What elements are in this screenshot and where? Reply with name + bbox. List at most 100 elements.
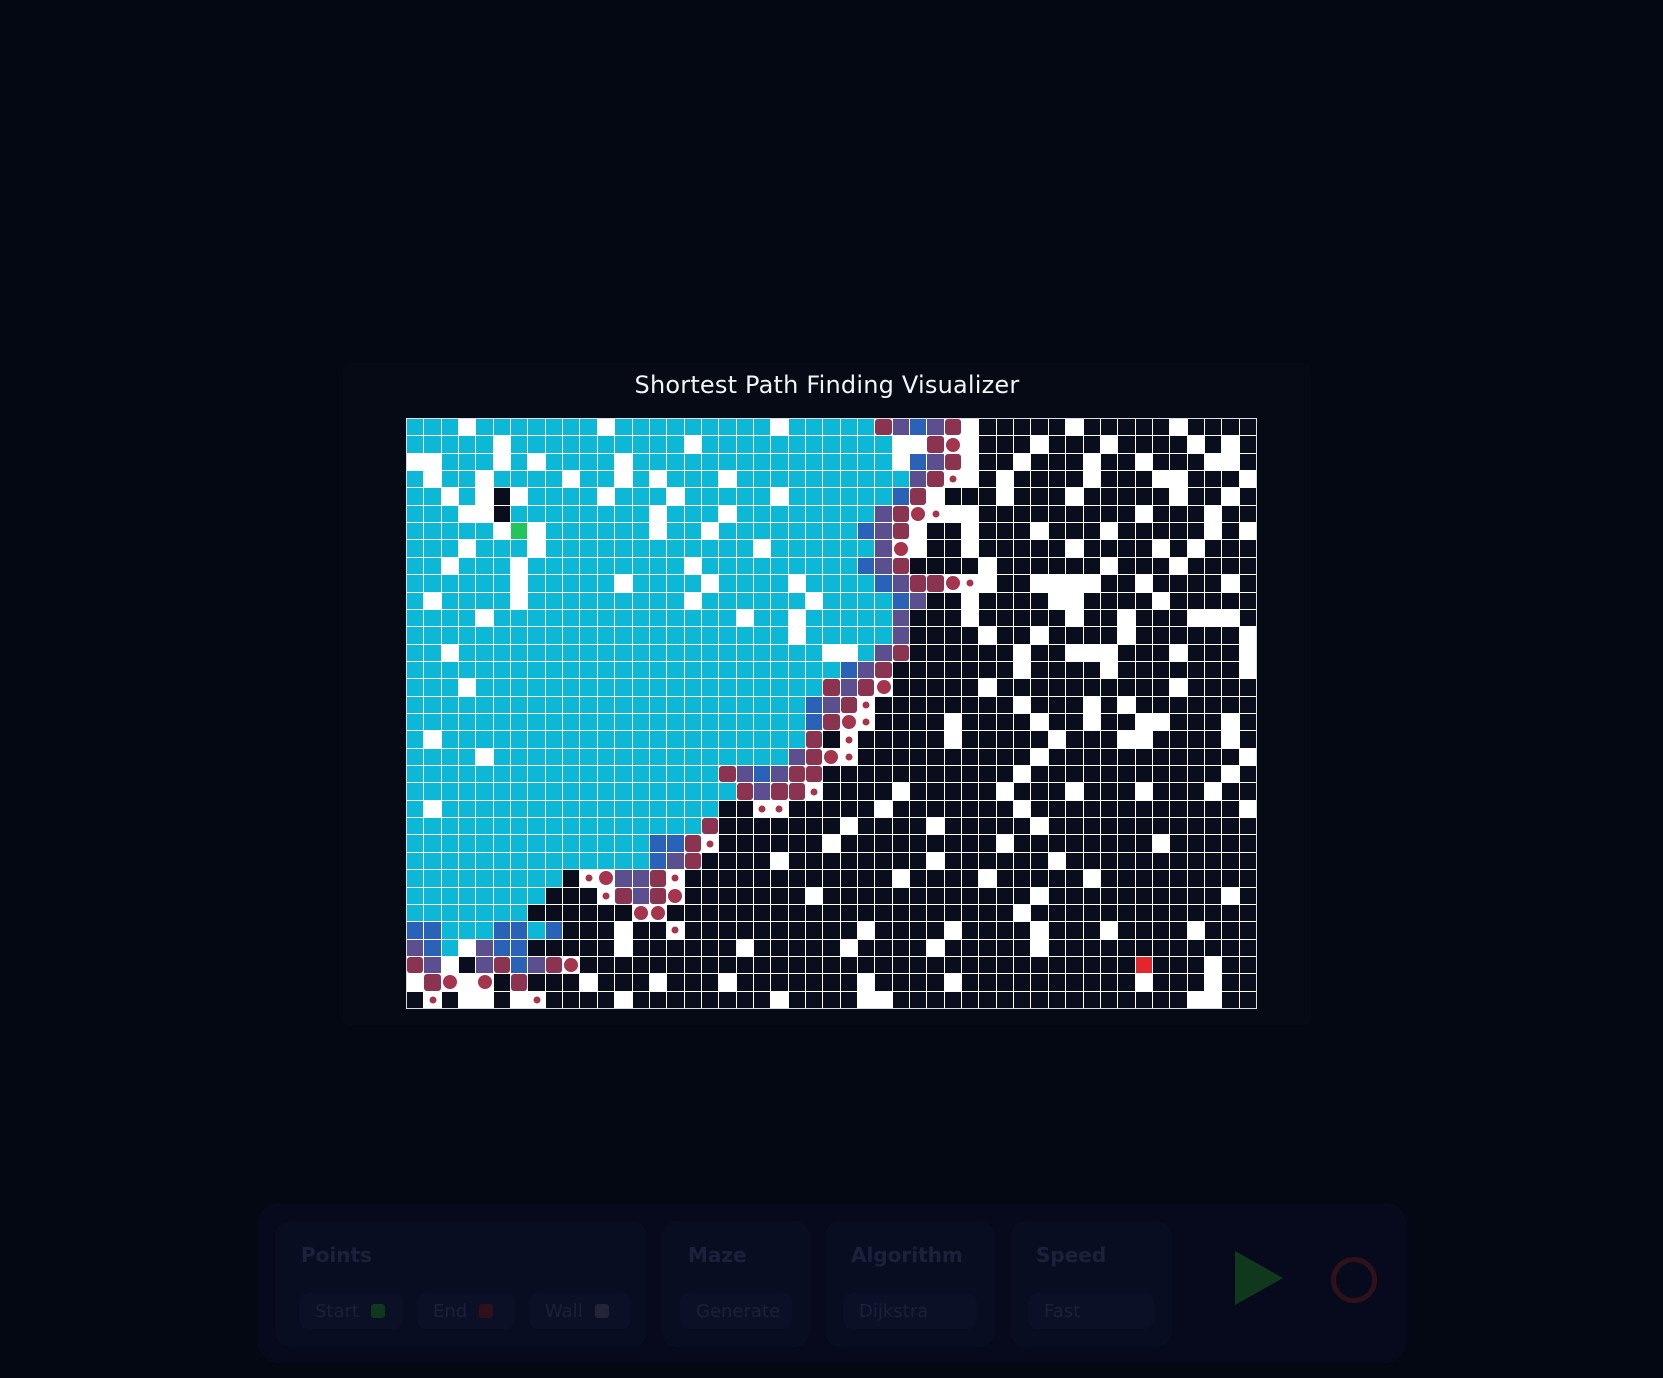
grid-cell[interactable]	[771, 939, 788, 956]
grid-cell[interactable]	[511, 956, 528, 974]
grid-cell[interactable]	[840, 609, 858, 627]
grid-cell[interactable]	[944, 523, 962, 540]
grid-cell[interactable]	[823, 922, 840, 939]
grid-cell[interactable]	[632, 887, 649, 904]
grid-cell[interactable]	[1066, 471, 1083, 488]
grid-cell[interactable]	[597, 852, 615, 870]
grid-cell[interactable]	[788, 557, 805, 575]
grid-cell[interactable]	[788, 748, 805, 766]
grid-cell[interactable]	[979, 714, 996, 731]
grid-cell[interactable]	[580, 436, 597, 453]
grid-cell[interactable]	[407, 679, 424, 696]
grid-cell[interactable]	[441, 870, 459, 887]
grid-cell[interactable]	[753, 540, 771, 557]
grid-cell[interactable]	[927, 661, 944, 679]
grid-cell[interactable]	[649, 922, 667, 939]
grid-cell[interactable]	[407, 644, 424, 661]
grid-cell[interactable]	[1066, 956, 1083, 974]
grid-cell[interactable]	[528, 904, 545, 922]
grid-cell[interactable]	[667, 557, 684, 575]
grid-cell[interactable]	[979, 939, 996, 956]
grid-cell[interactable]	[944, 818, 962, 835]
grid-cell[interactable]	[424, 523, 441, 540]
grid-cell[interactable]	[424, 609, 441, 627]
grid-cell[interactable]	[962, 627, 979, 644]
grid-cell[interactable]	[1152, 644, 1170, 661]
grid-cell[interactable]	[1170, 679, 1187, 696]
grid-cell[interactable]	[563, 488, 580, 505]
grid-cell[interactable]	[667, 783, 684, 800]
grid-cell[interactable]	[927, 557, 944, 575]
grid-cell[interactable]	[493, 904, 511, 922]
grid-cell[interactable]	[424, 800, 441, 818]
grid-cell[interactable]	[476, 800, 493, 818]
grid-cell[interactable]	[459, 835, 476, 852]
grid-cell[interactable]	[1048, 679, 1066, 696]
grid-cell[interactable]	[823, 679, 840, 696]
grid-cell[interactable]	[528, 835, 545, 852]
grid-cell[interactable]	[875, 540, 892, 557]
grid-cell[interactable]	[563, 783, 580, 800]
grid-cell[interactable]	[910, 661, 927, 679]
grid-cell[interactable]	[1083, 748, 1100, 766]
grid-cell[interactable]	[1014, 991, 1031, 1008]
grid-cell[interactable]	[875, 731, 892, 748]
grid-cell[interactable]	[1048, 818, 1066, 835]
grid-cell[interactable]	[962, 436, 979, 453]
grid-cell[interactable]	[944, 557, 962, 575]
grid-cell[interactable]	[1204, 766, 1222, 783]
grid-cell[interactable]	[823, 714, 840, 731]
grid-cell[interactable]	[736, 627, 753, 644]
grid-cell[interactable]	[493, 974, 511, 991]
grid-cell[interactable]	[563, 835, 580, 852]
grid-cell[interactable]	[1170, 939, 1187, 956]
grid-cell[interactable]	[511, 904, 528, 922]
grid-cell[interactable]	[979, 766, 996, 783]
grid-cell[interactable]	[424, 956, 441, 974]
grid-cell[interactable]	[615, 419, 632, 436]
grid-cell[interactable]	[1239, 783, 1256, 800]
grid-cell[interactable]	[944, 696, 962, 713]
grid-cell[interactable]	[823, 818, 840, 835]
grid-cell[interactable]	[1014, 956, 1031, 974]
grid-cell[interactable]	[649, 609, 667, 627]
grid-cell[interactable]	[944, 939, 962, 956]
grid-cell[interactable]	[719, 887, 736, 904]
grid-cell[interactable]	[1048, 540, 1066, 557]
grid-cell[interactable]	[424, 870, 441, 887]
grid-cell[interactable]	[1152, 835, 1170, 852]
grid-cell[interactable]	[736, 505, 753, 523]
grid-cell[interactable]	[632, 505, 649, 523]
grid-cell[interactable]	[649, 679, 667, 696]
grid-cell[interactable]	[597, 627, 615, 644]
grid-cell[interactable]	[910, 557, 927, 575]
grid-cell[interactable]	[1083, 939, 1100, 956]
grid-cell[interactable]	[649, 627, 667, 644]
grid-cell[interactable]	[580, 505, 597, 523]
grid-cell[interactable]	[528, 887, 545, 904]
grid-cell[interactable]	[580, 956, 597, 974]
grid-cell[interactable]	[858, 627, 875, 644]
grid-cell[interactable]	[615, 870, 632, 887]
grid-cell[interactable]	[580, 887, 597, 904]
grid-cell[interactable]	[805, 835, 823, 852]
grid-cell[interactable]	[1222, 436, 1239, 453]
grid-cell[interactable]	[1031, 644, 1048, 661]
grid-cell[interactable]	[424, 592, 441, 609]
grid-cell[interactable]	[788, 696, 805, 713]
grid-cell[interactable]	[788, 505, 805, 523]
grid-cell[interactable]	[753, 904, 771, 922]
grid-cell[interactable]	[979, 696, 996, 713]
grid-cell[interactable]	[441, 766, 459, 783]
grid-cell[interactable]	[615, 800, 632, 818]
grid-cell[interactable]	[597, 991, 615, 1008]
grid-cell[interactable]	[910, 505, 927, 523]
grid-cell[interactable]	[615, 783, 632, 800]
grid-cell[interactable]	[1187, 557, 1204, 575]
grid-cell[interactable]	[1170, 419, 1187, 436]
grid-cell[interactable]	[649, 714, 667, 731]
grid-cell[interactable]	[1066, 766, 1083, 783]
grid-cell[interactable]	[875, 783, 892, 800]
grid-cell[interactable]	[459, 419, 476, 436]
grid-cell[interactable]	[823, 627, 840, 644]
